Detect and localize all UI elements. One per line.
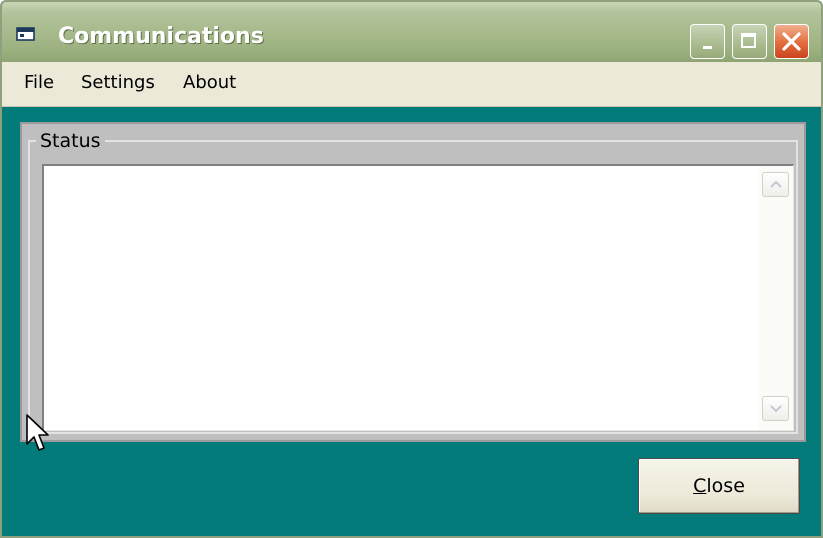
status-textbox[interactable] <box>42 164 794 431</box>
menu-file[interactable]: File <box>24 72 54 93</box>
close-icon <box>782 32 801 51</box>
close-button-accelerator: C <box>693 475 707 497</box>
status-scrollbar[interactable] <box>759 166 793 430</box>
scroll-down-button[interactable] <box>762 396 789 421</box>
scroll-up-arrow-icon <box>770 180 782 188</box>
close-button[interactable]: Close <box>638 458 800 514</box>
menu-settings[interactable]: Settings <box>81 72 155 93</box>
window-app-icon <box>16 27 35 41</box>
scroll-down-arrow-icon <box>770 405 782 413</box>
close-window-button[interactable] <box>774 24 809 59</box>
status-groupbox: Status <box>20 122 806 442</box>
scroll-up-button[interactable] <box>762 172 789 197</box>
mouse-pointer-icon <box>26 414 49 451</box>
menu-about[interactable]: About <box>183 72 236 93</box>
minimize-icon <box>703 46 712 49</box>
close-button-label: lose <box>706 475 745 497</box>
maximize-icon <box>741 33 756 48</box>
menu-bar: File Settings About <box>2 62 821 107</box>
window-title: Communications <box>58 24 264 49</box>
title-bar[interactable]: Communications <box>2 2 821 62</box>
maximize-button[interactable] <box>732 24 767 59</box>
communications-window: Communications File Settings About Statu… <box>0 0 823 538</box>
status-group-label: Status <box>36 130 105 152</box>
minimize-button[interactable] <box>690 24 725 59</box>
